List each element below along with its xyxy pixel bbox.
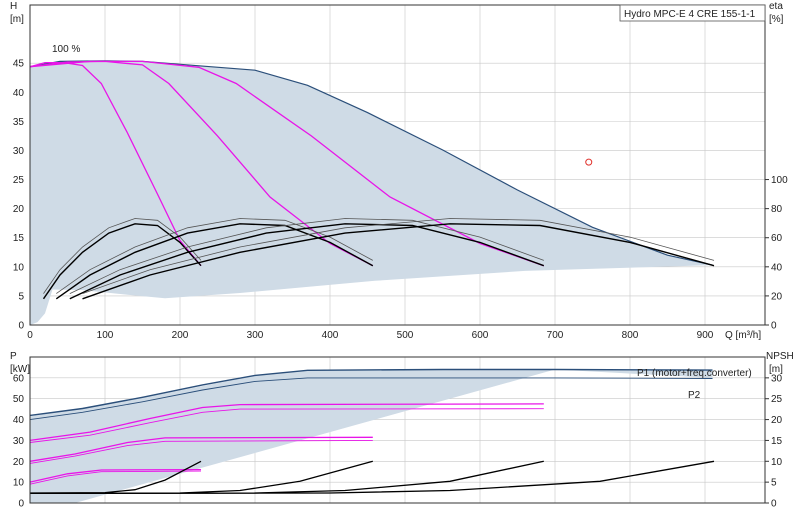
x-tick-label: 0 [27, 330, 33, 341]
h-axis-label: H [10, 1, 17, 12]
p-y-tick-label: 0 [18, 499, 24, 510]
qh-y-tick-label: 0 [18, 321, 24, 332]
eta-tick-label: 0 [771, 321, 777, 332]
x-tick-label: 100 [97, 330, 114, 341]
npsh-tick-label: 15 [771, 436, 783, 447]
p-y-tick-label: 30 [13, 436, 25, 447]
x-tick-label: 800 [622, 330, 639, 341]
p-axis-label: P [10, 351, 17, 362]
eta-tick-label: 20 [771, 291, 783, 302]
eta-tick-label: 80 [771, 204, 783, 215]
npsh-tick-label: 0 [771, 499, 777, 510]
qh-y-tick-label: 25 [13, 175, 25, 186]
qh-y-tick-label: 10 [13, 262, 25, 273]
qh-y-tick-label: 15 [13, 233, 25, 244]
qh-y-tick-label: 45 [13, 59, 25, 70]
chart-canvas: 0510152025303540450 100 200 300 400 500 600 700… [10, 1, 794, 510]
x-tick-label: 600 [472, 330, 489, 341]
p1-legend-label: P1 (motor+freq.converter) [637, 368, 752, 379]
p-y-tick-label: 20 [13, 457, 25, 468]
qh-y-tick-label: 40 [13, 88, 25, 99]
qh-y-tick-label: 5 [18, 291, 24, 302]
eta-axis-label: eta [769, 1, 783, 12]
qh-y-tick-label: 30 [13, 146, 25, 157]
qh-y-tick-label: 20 [13, 204, 25, 215]
npsh-tick-label: 30 [771, 373, 783, 384]
title-box-text: Hydro MPC-E 4 CRE 155-1-1 [624, 9, 756, 20]
npsh-tick-label: 25 [771, 394, 783, 405]
eta-tick-label: 40 [771, 262, 783, 273]
npsh-axis-label: NPSH [766, 351, 794, 362]
npsh-tick-label: 20 [771, 415, 783, 426]
x-tick-label: 400 [322, 330, 339, 341]
x-tick-label: 700 [547, 330, 564, 341]
x-tick-label: 900 [697, 330, 714, 341]
npsh-tick-label: 5 [771, 478, 777, 489]
eta-tick-label: 100 [771, 175, 788, 186]
pump-curve-chart: 0 5 10 15 20 25 30 35 40 45 0 100 200 300 400 500 600 700… [0, 0, 800, 520]
npsh-tick-label: 10 [771, 457, 783, 468]
qh-y-tick-label: 35 [13, 117, 25, 128]
p-y-tick-label: 50 [13, 394, 25, 405]
p-y-tick-label: 60 [13, 373, 25, 384]
eta-tick-label: 60 [771, 233, 783, 244]
x-tick-label: 300 [247, 330, 264, 341]
eta-axis-unit: [%] [769, 14, 784, 25]
p-y-tick-label: 10 [13, 478, 25, 489]
x-axis-label: Q [m³/h] [725, 330, 761, 341]
npsh-axis-unit: [m] [769, 364, 783, 375]
p-y-tick-label: 40 [13, 415, 25, 426]
x-tick-label: 200 [172, 330, 189, 341]
p2-legend-label: P2 [688, 390, 701, 401]
x-tick-label: 500 [397, 330, 414, 341]
h-axis-unit: [m] [10, 14, 24, 25]
p-axis-unit: [kW] [10, 364, 30, 375]
speed-percent-label: 100 % [52, 44, 80, 55]
